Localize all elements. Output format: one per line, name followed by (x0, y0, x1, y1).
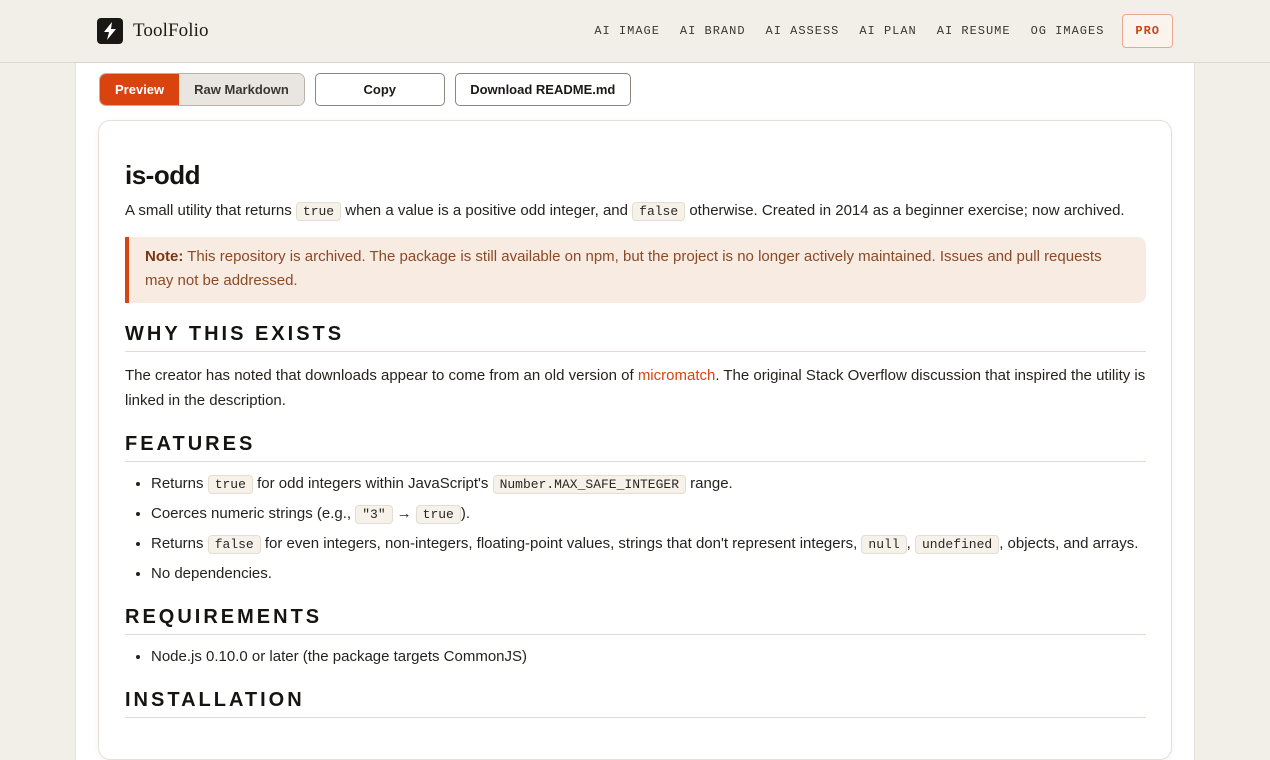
download-readme-button[interactable]: Download README.md (454, 73, 631, 106)
note-text: This repository is archived. The package… (145, 248, 1102, 289)
features-list: Returns true for odd integers within Jav… (125, 472, 1146, 586)
requirements-list: Node.js 0.10.0 or later (the package tar… (125, 645, 1146, 669)
view-mode-toggle: Preview Raw Markdown (99, 73, 305, 106)
nav-item-ai-resume[interactable]: AI RESUME (937, 24, 1011, 38)
nav-item-ai-assess[interactable]: AI ASSESS (766, 24, 840, 38)
text: Returns (151, 535, 208, 552)
readme-description: A small utility that returns true when a… (125, 200, 1146, 223)
brand-name: ToolFolio (133, 20, 209, 41)
nav-item-ai-image[interactable]: AI IMAGE (594, 24, 660, 38)
text: , (906, 535, 915, 552)
nav-item-ai-plan[interactable]: AI PLAN (859, 24, 916, 38)
text: The creator has noted that downloads app… (125, 367, 638, 384)
main-panel: Preview Raw Markdown Copy Download READM… (75, 62, 1195, 760)
text: Coerces numeric strings (e.g., (151, 505, 356, 522)
readme-content: is-odd A small utility that returns true… (125, 159, 1146, 718)
nav-item-og-images[interactable]: OG IMAGES (1031, 24, 1105, 38)
readme-title: is-odd (125, 160, 201, 190)
inline-code: null (861, 535, 907, 554)
raw-markdown-tab[interactable]: Raw Markdown (179, 74, 304, 105)
readme-toolbar: Preview Raw Markdown Copy Download READM… (99, 73, 631, 106)
heading-installation: INSTALLATION (125, 687, 1146, 718)
inline-code: Number.MAX_SAFE_INTEGER (492, 475, 687, 494)
text: Returns (151, 475, 208, 492)
copy-button[interactable]: Copy (314, 73, 445, 106)
text: when a value is a positive odd integer, … (341, 202, 633, 219)
nav-item-ai-brand[interactable]: AI BRAND (680, 24, 746, 38)
list-item: Node.js 0.10.0 or later (the package tar… (151, 645, 1146, 669)
main-nav: AI IMAGE AI BRAND AI ASSESS AI PLAN AI R… (594, 14, 1173, 48)
inline-code: true (415, 505, 461, 524)
heading-requirements: REQUIREMENTS (125, 604, 1146, 635)
inline-code: false (207, 535, 261, 554)
inline-code: "3" (355, 505, 393, 524)
list-item: Returns true for odd integers within Jav… (151, 472, 1146, 497)
text: range. (686, 475, 733, 492)
text: for even integers, non-integers, floatin… (260, 535, 862, 552)
list-item: Coerces numeric strings (e.g., "3"→true)… (151, 502, 1146, 527)
note-label: Note: (145, 248, 184, 265)
preview-tab[interactable]: Preview (100, 74, 180, 105)
text: A small utility that returns (125, 202, 296, 219)
list-item: Returns false for even integers, non-int… (151, 532, 1146, 557)
inline-code: undefined (914, 535, 1000, 554)
text: , objects, and arrays. (999, 535, 1139, 552)
archived-note-callout: Note: This repository is archived. The p… (125, 237, 1146, 303)
inline-code: true (207, 475, 253, 494)
text: ). (460, 505, 471, 522)
lightning-bolt-icon (97, 18, 123, 44)
readme-preview-card: is-odd A small utility that returns true… (98, 120, 1172, 760)
text: otherwise. Created in 2014 as a beginner… (685, 202, 1125, 219)
list-item: No dependencies. (151, 562, 1146, 586)
heading-why-this-exists: WHY THIS EXISTS (125, 321, 1146, 352)
pro-button[interactable]: PRO (1122, 14, 1173, 48)
brand-logo-link[interactable]: ToolFolio (97, 18, 209, 44)
micromatch-link[interactable]: micromatch (638, 367, 716, 384)
inline-code: false (632, 202, 686, 221)
top-navigation-bar: ToolFolio AI IMAGE AI BRAND AI ASSESS AI… (0, 0, 1270, 63)
heading-features: FEATURES (125, 431, 1146, 462)
why-paragraph: The creator has noted that downloads app… (125, 363, 1146, 413)
text: for odd integers within JavaScript's (252, 475, 493, 492)
inline-code: true (295, 202, 342, 221)
arrow-icon: → (396, 505, 412, 522)
